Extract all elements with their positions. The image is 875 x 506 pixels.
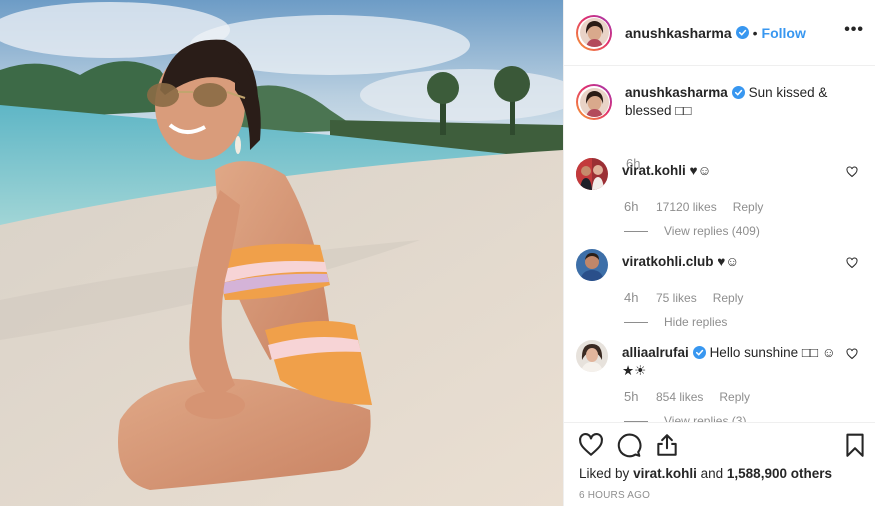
comment-meta: 6h 17120 likes Reply bbox=[624, 199, 875, 214]
post-actions-bar: Liked by virat.kohli and 1,588,900 other… bbox=[564, 422, 875, 506]
comment-icon[interactable] bbox=[616, 432, 642, 458]
replies-label: View replies (3) bbox=[664, 414, 747, 422]
comment-item: alliaalrufai Hello sunshine □□ ☺★☀ 5h 85… bbox=[576, 340, 875, 422]
commenter-avatar-image bbox=[576, 249, 608, 281]
comment-like-heart-icon[interactable] bbox=[846, 166, 858, 178]
comment-text: ♥☺ bbox=[689, 163, 712, 178]
hide-replies-toggle[interactable]: Hide replies bbox=[624, 315, 875, 329]
view-replies-toggle[interactable]: View replies (3) bbox=[624, 414, 875, 422]
beach-photo-image bbox=[0, 0, 563, 506]
caption-avatar-image bbox=[579, 87, 609, 117]
replies-label: View replies (409) bbox=[664, 224, 760, 238]
replies-label: Hide replies bbox=[664, 315, 728, 329]
author-avatar[interactable] bbox=[576, 14, 612, 51]
comment-username[interactable]: virat.kohli bbox=[622, 163, 686, 178]
reply-button[interactable]: Reply bbox=[733, 200, 764, 214]
author-username[interactable]: anushkasharma bbox=[625, 25, 732, 41]
comments-list[interactable]: anushkasharma Sun kissed & blessed □□ 6h bbox=[564, 66, 875, 422]
caption-username[interactable]: anushkasharma bbox=[625, 85, 728, 100]
replies-line bbox=[624, 321, 648, 323]
comment-meta: 4h 75 likes Reply bbox=[624, 290, 875, 305]
comment-body: alliaalrufai Hello sunshine □□ ☺★☀ bbox=[622, 340, 842, 380]
comment-username[interactable]: viratkohli.club bbox=[622, 254, 714, 269]
commenter-avatar-image bbox=[576, 340, 608, 372]
comment-username[interactable]: alliaalrufai bbox=[622, 345, 689, 360]
comment-time: 6h bbox=[624, 199, 639, 214]
heart-icon[interactable] bbox=[578, 432, 604, 458]
comment-time: 5h bbox=[624, 389, 639, 404]
post-caption: anushkasharma Sun kissed & blessed □□ 6h bbox=[576, 84, 866, 171]
comment-like-heart-icon[interactable] bbox=[846, 257, 858, 269]
comment-time: 4h bbox=[624, 290, 639, 305]
author-avatar-image bbox=[579, 18, 609, 47]
view-replies-toggle[interactable]: View replies (409) bbox=[624, 224, 875, 238]
comment-body: virat.kohli ♥☺ bbox=[622, 158, 842, 180]
caption-text-block: anushkasharma Sun kissed & blessed □□ bbox=[625, 84, 853, 120]
verified-badge-icon bbox=[731, 86, 745, 99]
bookmark-icon[interactable] bbox=[842, 432, 868, 458]
comment-likes[interactable]: 17120 likes bbox=[656, 200, 717, 214]
instagram-post: anushkasharma • Follow ••• anushkasharma… bbox=[0, 0, 875, 506]
comment-like-heart-icon[interactable] bbox=[846, 348, 858, 360]
comment-likes[interactable]: 75 likes bbox=[656, 291, 697, 305]
liked-by-user[interactable]: virat.kohli bbox=[633, 466, 697, 481]
comment-item: viratkohli.club ♥☺ 4h 75 likes Reply Hid… bbox=[576, 249, 875, 329]
follow-button[interactable]: Follow bbox=[762, 25, 806, 41]
liked-by-count[interactable]: 1,588,900 others bbox=[727, 466, 832, 481]
liked-by-and: and bbox=[700, 466, 724, 481]
verified-badge-icon bbox=[692, 346, 706, 359]
commenter-avatar[interactable] bbox=[576, 340, 608, 372]
liked-by-summary: Liked by virat.kohli and 1,588,900 other… bbox=[579, 466, 832, 481]
commenter-avatar[interactable] bbox=[576, 249, 608, 281]
post-timestamp[interactable]: 6 HOURS AGO bbox=[579, 490, 650, 501]
comment-item: virat.kohli ♥☺ 6h 17120 likes Reply View… bbox=[576, 158, 875, 238]
commenter-avatar-image bbox=[576, 158, 608, 190]
comment-meta: 5h 854 likes Reply bbox=[624, 389, 875, 404]
liked-by-prefix: Liked by bbox=[579, 466, 630, 481]
reply-button[interactable]: Reply bbox=[719, 390, 750, 404]
header-separator: • bbox=[752, 24, 758, 41]
comment-body: viratkohli.club ♥☺ bbox=[622, 249, 842, 271]
verified-badge-icon bbox=[735, 26, 749, 39]
replies-line bbox=[624, 230, 648, 232]
comment-text: ♥☺ bbox=[717, 254, 740, 269]
post-header: anushkasharma • Follow ••• bbox=[564, 0, 875, 66]
post-side-panel: anushkasharma • Follow ••• anushkasharma… bbox=[563, 0, 875, 506]
share-icon[interactable] bbox=[654, 432, 680, 458]
caption-author-avatar[interactable] bbox=[576, 84, 612, 120]
commenter-avatar[interactable] bbox=[576, 158, 608, 190]
reply-button[interactable]: Reply bbox=[713, 291, 744, 305]
comment-likes[interactable]: 854 likes bbox=[656, 390, 703, 404]
more-options-icon[interactable]: ••• bbox=[844, 22, 864, 38]
post-photo[interactable] bbox=[0, 0, 563, 506]
